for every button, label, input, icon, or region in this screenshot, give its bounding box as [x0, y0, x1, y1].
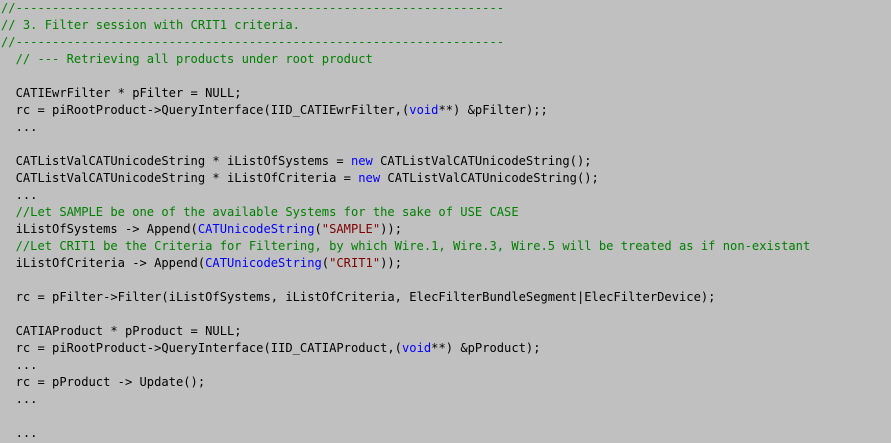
code-token-default: iListOfSystems -> Append(: [1, 222, 198, 236]
code-token-comment: // --- Retrieving all products under roo…: [1, 52, 373, 66]
code-line: //--------------------------------------…: [1, 34, 504, 51]
code-token-default: CATIAProduct * pProduct = NULL;: [1, 324, 242, 338]
code-listing: //--------------------------------------…: [0, 0, 891, 443]
code-token-default: ...: [1, 426, 38, 440]
code-token-default: ...: [1, 392, 38, 406]
code-line: rc = pProduct -> Update();: [1, 374, 206, 391]
code-token-default: CATListValCATUnicodeString();: [372, 154, 592, 168]
code-line: rc = piRootProduct->QueryInterface(IID_C…: [1, 340, 541, 357]
code-line: rc = pFilter->Filter(iListOfSystems, iLi…: [1, 289, 716, 306]
code-token-default: iListOfCriteria -> Append(: [1, 256, 206, 270]
code-line: // --- Retrieving all products under roo…: [1, 51, 373, 68]
code-token-keyword: CATUnicodeString: [197, 222, 315, 236]
code-token-default: rc = pFilter->Filter(iListOfSystems, iLi…: [1, 290, 716, 304]
code-token-default: CATListValCATUnicodeString * iListOfSyst…: [1, 154, 351, 168]
code-token-default: **) &pProduct);: [431, 341, 541, 355]
code-token-default: rc = pProduct -> Update();: [1, 375, 206, 389]
code-token-default: CATListValCATUnicodeString();: [380, 171, 599, 185]
code-token-default: (: [314, 222, 322, 236]
code-token-keyword: void: [401, 341, 432, 355]
code-token-comment: //Let CRIT1 be the Criteria for Filterin…: [1, 239, 811, 253]
code-token-keyword: new: [358, 171, 381, 185]
code-line: //--------------------------------------…: [1, 0, 504, 17]
code-token-default: **) &pFilter);;: [438, 103, 548, 117]
code-line: iListOfCriteria -> Append(CATUnicodeStri…: [1, 255, 402, 272]
code-line: ...: [1, 391, 38, 408]
code-line: CATIEwrFilter * pFilter = NULL;: [1, 85, 242, 102]
code-token-comment: // 3. Filter session with CRIT1 criteria…: [1, 18, 300, 32]
code-token-default: ...: [1, 188, 38, 202]
code-token-default: rc = piRootProduct->QueryInterface(IID_C…: [1, 103, 410, 117]
code-token-keyword: new: [350, 154, 373, 168]
code-token-string: "SAMPLE": [321, 222, 381, 236]
code-line: ...: [1, 357, 38, 374]
code-line: ...: [1, 119, 38, 136]
code-line: ...: [1, 187, 38, 204]
code-token-keyword: CATUnicodeString: [205, 256, 322, 270]
code-token-comment: //--------------------------------------…: [1, 35, 505, 49]
code-token-default: CATIEwrFilter * pFilter = NULL;: [1, 86, 242, 100]
code-token-default: ));: [380, 256, 403, 270]
code-token-keyword: void: [409, 103, 439, 117]
code-token-string: "CRIT1": [329, 256, 381, 270]
code-line: CATListValCATUnicodeString * iListOfSyst…: [1, 153, 592, 170]
code-token-default: ...: [1, 120, 38, 134]
code-token-default: CATListValCATUnicodeString * iListOfCrit…: [1, 171, 359, 185]
code-token-comment: //--------------------------------------…: [1, 1, 505, 15]
code-line: CATListValCATUnicodeString * iListOfCrit…: [1, 170, 599, 187]
code-line: //Let SAMPLE be one of the available Sys…: [1, 204, 519, 221]
code-line: //Let CRIT1 be the Criteria for Filterin…: [1, 238, 811, 255]
code-line: ...: [1, 425, 38, 442]
code-line: iListOfSystems -> Append(CATUnicodeStrin…: [1, 221, 402, 238]
code-line: rc = piRootProduct->QueryInterface(IID_C…: [1, 102, 548, 119]
code-token-default: rc = piRootProduct->QueryInterface(IID_C…: [1, 341, 402, 355]
code-token-comment: //Let SAMPLE be one of the available Sys…: [1, 205, 519, 219]
code-line: CATIAProduct * pProduct = NULL;: [1, 323, 242, 340]
code-line: // 3. Filter session with CRIT1 criteria…: [1, 17, 300, 34]
code-token-default: ...: [1, 358, 38, 372]
code-token-default: ));: [380, 222, 402, 236]
code-token-default: (: [321, 256, 330, 270]
